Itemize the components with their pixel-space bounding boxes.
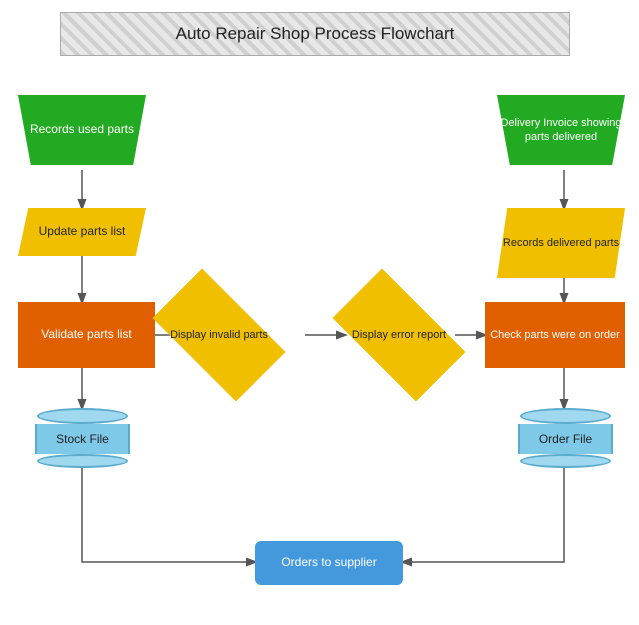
display-error-report-shape: Display error report — [340, 300, 458, 370]
check-parts-on-order-label: Check parts were on order — [490, 328, 620, 342]
records-delivered-parts-label: Records delivered parts — [503, 236, 619, 250]
delivery-invoice-shape: Delivery Invoice showing parts delivered — [497, 95, 625, 165]
stock-file-shape: Stock File — [35, 408, 130, 468]
validate-parts-list-label: Validate parts list — [41, 327, 132, 343]
check-parts-on-order-shape: Check parts were on order — [485, 302, 625, 368]
records-delivered-parts-shape: Records delivered parts — [497, 208, 625, 278]
records-used-parts-label: Records used parts — [30, 122, 134, 138]
display-error-report-label: Display error report — [352, 328, 446, 342]
delivery-invoice-label: Delivery Invoice showing parts delivered — [497, 116, 625, 145]
title-box: Auto Repair Shop Process Flowchart — [60, 12, 570, 56]
update-parts-list-label: Update parts list — [39, 224, 126, 240]
orders-to-supplier-shape: Orders to supplier — [255, 541, 403, 585]
display-invalid-parts-shape: Display invalid parts — [160, 300, 278, 370]
validate-parts-list-shape: Validate parts list — [18, 302, 155, 368]
orders-to-supplier-label: Orders to supplier — [281, 555, 376, 571]
flowchart-page: Auto Repair Shop Process Flowchart — [0, 0, 639, 625]
display-invalid-parts-label: Display invalid parts — [170, 328, 268, 342]
order-file-shape: Order File — [518, 408, 613, 468]
order-file-label: Order File — [539, 432, 592, 446]
update-parts-list-shape: Update parts list — [18, 208, 146, 256]
stock-file-label: Stock File — [56, 432, 109, 446]
records-used-parts-shape: Records used parts — [18, 95, 146, 165]
page-title: Auto Repair Shop Process Flowchart — [176, 24, 455, 44]
